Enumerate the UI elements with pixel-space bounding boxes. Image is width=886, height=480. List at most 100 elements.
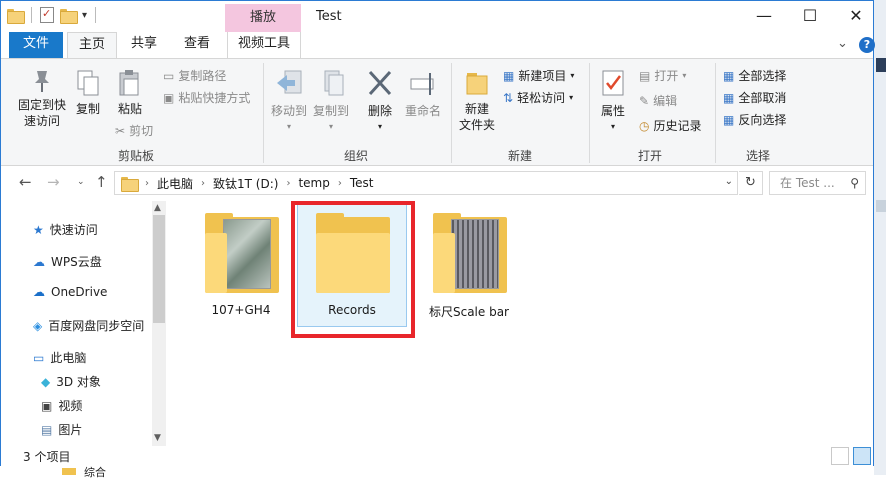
close-button[interactable]: ✕ <box>833 1 879 32</box>
separator <box>31 7 32 23</box>
tab-view[interactable]: 查看 <box>173 32 221 58</box>
file-name: 标尺Scale bar <box>428 305 509 319</box>
breadcrumb-item[interactable]: 致钛1T (D:) <box>213 175 278 192</box>
search-input[interactable]: 在 Test ... ⚲ <box>769 171 866 195</box>
scrollbar-thumb[interactable] <box>153 215 165 323</box>
recent-locations-chevron-icon[interactable]: ⌄ <box>77 177 85 187</box>
breadcrumb-separator-icon[interactable]: › <box>201 178 205 189</box>
copy-button[interactable]: 复制 <box>73 69 103 117</box>
minimize-button[interactable]: — <box>741 1 787 32</box>
onedrive-icon: ☁ <box>33 285 45 299</box>
back-arrow-icon[interactable]: ← <box>19 173 32 191</box>
group-separator <box>715 63 716 163</box>
details-view-icon[interactable] <box>831 447 849 465</box>
help-icon[interactable]: ? <box>859 37 875 53</box>
separator <box>95 7 97 23</box>
search-placeholder: 在 Test ... <box>780 176 835 190</box>
background-item-label: 综合 <box>84 466 106 479</box>
scroll-up-arrow-icon[interactable]: ▲ <box>154 203 161 213</box>
scissors-icon: ✂ <box>115 123 126 138</box>
tab-share[interactable]: 共享 <box>121 32 167 58</box>
breadcrumb-item[interactable]: Test <box>350 176 374 190</box>
history-icon: ◷ <box>639 118 650 133</box>
properties-icon[interactable] <box>40 7 54 23</box>
nav-item-baidu-sync[interactable]: ◈ 百度网盘同步空间 <box>33 317 144 334</box>
group-label-organize: 组织 <box>343 149 368 163</box>
up-arrow-icon[interactable]: ↑ <box>95 173 108 191</box>
copy-to-button[interactable]: 复制到 ▾ <box>311 69 351 135</box>
address-bar[interactable]: › 此电脑 › 致钛1T (D:) › temp › Test ⌄ <box>114 171 738 195</box>
breadcrumb-separator-icon[interactable]: › <box>286 178 290 189</box>
nav-item-this-pc[interactable]: ▭ 此电脑 <box>33 349 86 366</box>
large-icons-view-icon[interactable] <box>853 447 871 465</box>
invert-selection-button[interactable]: ▦ 反向选择 <box>723 111 786 128</box>
nav-item-quick-access[interactable]: ★ 快速访问 <box>33 221 98 238</box>
edit-icon: ✎ <box>639 93 650 108</box>
collapse-ribbon-chevron-icon[interactable]: ⌄ <box>837 36 848 51</box>
move-to-button[interactable]: 移动到 ▾ <box>269 69 309 135</box>
dropdown-arrow-icon: ▾ <box>328 122 333 131</box>
paste-shortcut-label: 粘贴快捷方式 <box>178 91 251 105</box>
move-to-icon <box>277 70 302 94</box>
tab-home[interactable]: 主页 <box>67 32 117 59</box>
cube-icon: ◆ <box>41 374 51 389</box>
breadcrumb-separator-icon[interactable]: › <box>338 178 342 189</box>
desktop-item <box>876 200 886 212</box>
new-folder-icon[interactable] <box>60 8 78 24</box>
paste-button[interactable]: 粘贴 <box>115 69 145 117</box>
cut-button[interactable]: ✂ 剪切 <box>115 122 153 139</box>
refresh-button[interactable]: ↻ <box>739 171 763 195</box>
file-item[interactable]: 107+GH4 <box>196 213 286 317</box>
customize-qat-chevron-icon[interactable]: ▾ <box>82 10 87 21</box>
select-all-button[interactable]: ▦ 全部选择 <box>723 67 786 84</box>
delete-label: 删除 <box>367 104 392 118</box>
paste-label: 粘贴 <box>117 102 142 116</box>
dropdown-arrow-icon: ▾ <box>286 122 291 131</box>
copy-to-label: 复制到 <box>312 104 349 118</box>
properties-label: 属性 <box>600 104 625 118</box>
nav-item-onedrive[interactable]: ☁ OneDrive <box>33 285 107 299</box>
nav-item-3d-objects[interactable]: ◆ 3D 对象 <box>41 373 101 390</box>
nav-pane-scrollbar[interactable]: ▲ ▼ <box>152 201 166 446</box>
delete-icon <box>368 70 392 96</box>
maximize-button[interactable]: ☐ <box>787 1 833 32</box>
nav-item-wps-cloud[interactable]: ☁ WPS云盘 <box>33 253 102 270</box>
address-dropdown-chevron-icon[interactable]: ⌄ <box>725 176 733 187</box>
ribbon: 固定到快 速访问 复制 粘贴 ▭ 复制路径 ▣ 粘贴快捷方式 ✂ 剪切 剪贴板 移动到… <box>1 58 873 166</box>
desktop-item <box>876 58 886 72</box>
open-button[interactable]: ▤ 打开 ▾ <box>639 67 686 84</box>
tab-video-tools[interactable]: 视频工具 <box>227 32 301 58</box>
tab-file[interactable]: 文件 <box>9 32 63 58</box>
breadcrumb-separator-icon[interactable]: › <box>145 178 149 189</box>
contextual-tab-play[interactable]: 播放 <box>225 4 301 32</box>
dropdown-arrow-icon: ▾ <box>569 93 574 102</box>
edit-button[interactable]: ✎ 编辑 <box>639 92 677 109</box>
pin-icon <box>35 71 49 92</box>
new-folder-button[interactable]: 新建 文件夹 <box>455 69 499 133</box>
picture-icon: ▤ <box>41 422 53 437</box>
highlight-annotation <box>291 201 415 338</box>
select-none-button[interactable]: ▦ 全部取消 <box>723 89 786 106</box>
rename-button[interactable]: 重命名 <box>403 69 443 119</box>
navigation-pane: ★ 快速访问 ☁ WPS云盘 ☁ OneDrive ◈ 百度网盘同步空间 ▭ 此电脑 ◆ 3… <box>1 201 167 446</box>
properties-button[interactable]: 属性 ▾ <box>595 69 631 135</box>
window-title: Test <box>316 9 342 24</box>
history-button[interactable]: ◷ 历史记录 <box>639 117 702 134</box>
folder-thumbnail <box>201 213 281 297</box>
image-thumbnail <box>451 219 499 289</box>
breadcrumb-item[interactable]: temp <box>298 176 329 190</box>
nav-item-videos[interactable]: ▣ 视频 <box>41 397 82 414</box>
pin-to-quick-access-button[interactable]: 固定到快 速访问 <box>13 69 71 129</box>
copy-path-button[interactable]: ▭ 复制路径 <box>163 67 226 84</box>
easy-access-button[interactable]: ⇅ 轻松访问 ▾ <box>503 89 573 106</box>
forward-arrow-icon[interactable]: → <box>47 173 60 191</box>
scroll-down-arrow-icon[interactable]: ▼ <box>154 433 161 443</box>
paste-shortcut-button[interactable]: ▣ 粘贴快捷方式 <box>163 89 250 106</box>
dropdown-arrow-icon: ▾ <box>610 122 615 131</box>
new-item-button[interactable]: ▦ 新建项目 ▾ <box>503 67 574 84</box>
delete-button[interactable]: 删除 ▾ <box>363 69 397 135</box>
file-item[interactable]: 标尺Scale bar <box>421 213 517 320</box>
nav-item-pictures[interactable]: ▤ 图片 <box>41 421 82 438</box>
folder-icon <box>62 468 76 475</box>
breadcrumb-item[interactable]: 此电脑 <box>157 175 193 192</box>
